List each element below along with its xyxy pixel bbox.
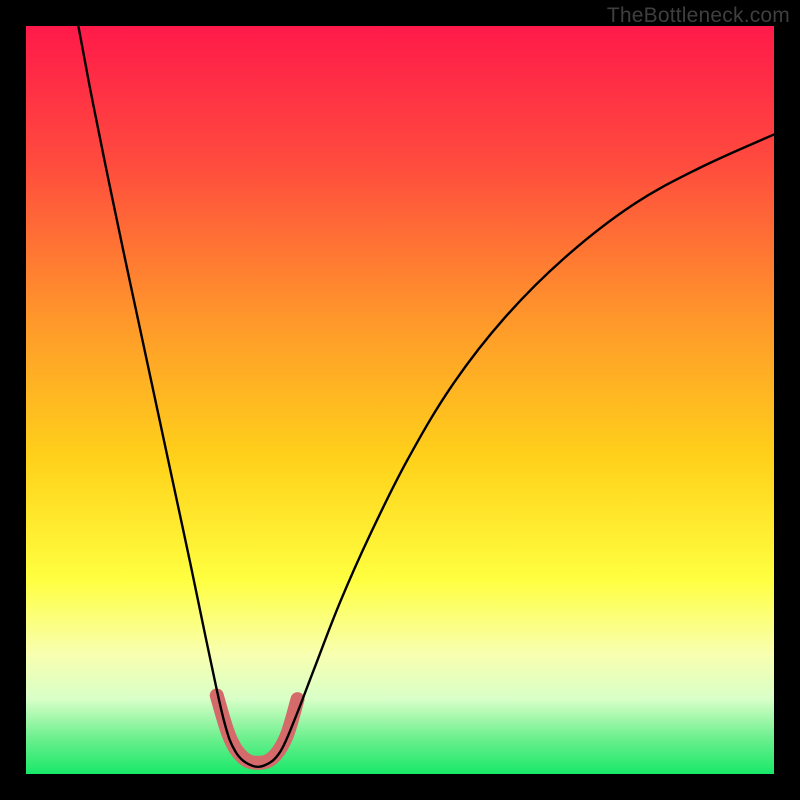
chart-background-gradient xyxy=(26,26,774,774)
attribution-watermark: TheBottleneck.com xyxy=(607,4,790,28)
chart-frame xyxy=(26,26,774,774)
bottleneck-chart xyxy=(26,26,774,774)
